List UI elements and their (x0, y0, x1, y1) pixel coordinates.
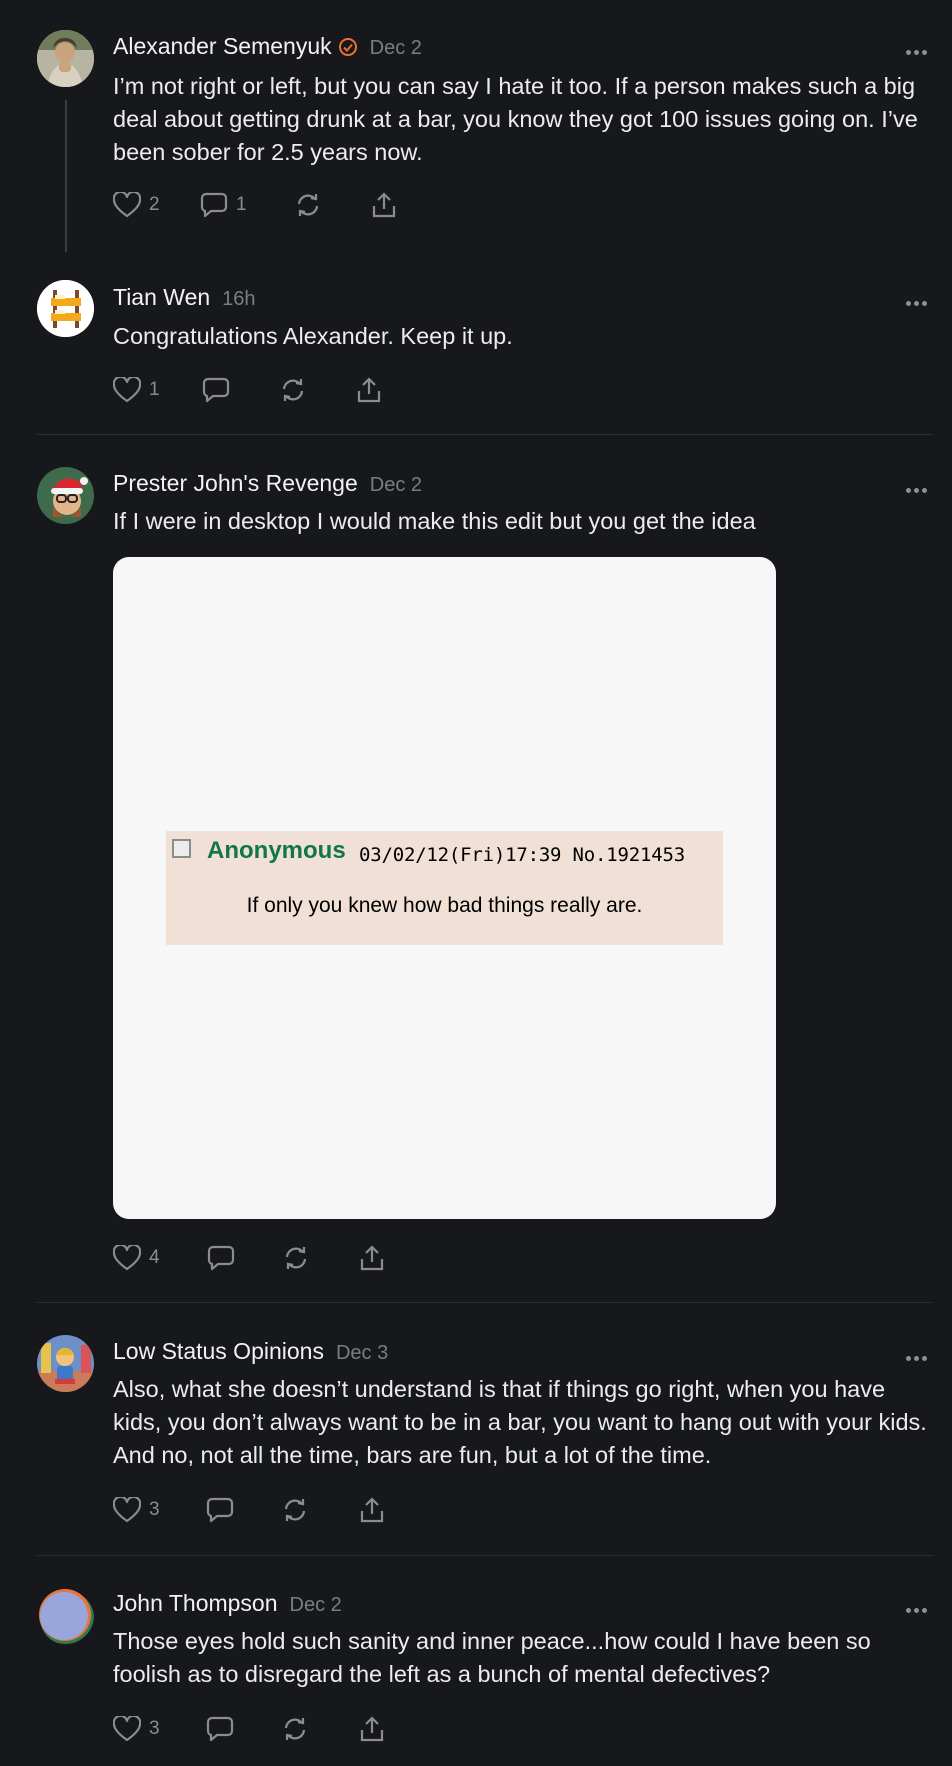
heart-icon (113, 1497, 141, 1523)
like-button[interactable]: 4 (113, 1243, 160, 1273)
more-options-icon[interactable] (906, 1600, 930, 1613)
post-date: Dec 3 (335, 1342, 389, 1364)
author-name[interactable]: John Thompson Dec 2 (113, 1590, 342, 1617)
checkbox-icon (172, 839, 191, 858)
author-name[interactable]: Tian Wen 16h (113, 284, 256, 311)
divider (37, 434, 933, 435)
repost-icon (297, 194, 319, 216)
comment-button[interactable] (202, 375, 230, 405)
post-text: Congratulations Alexander. Keep it up. (113, 323, 513, 349)
comment-count: 1 (236, 194, 247, 215)
post-text: If I were in desktop I would make this e… (113, 508, 756, 534)
post-date: Dec 2 (289, 1594, 342, 1616)
post-image[interactable]: Anonymous 03/02/12(Fri)17:39 No.1921453 … (113, 557, 776, 1219)
avatar[interactable] (37, 280, 94, 337)
avatar[interactable] (37, 467, 94, 524)
post-date: Dec 2 (369, 474, 422, 496)
share-icon (372, 192, 396, 218)
like-count: 2 (149, 194, 160, 215)
repost-button[interactable] (294, 190, 322, 220)
repost-button[interactable] (282, 1243, 310, 1273)
share-button[interactable] (358, 1495, 386, 1525)
post-text: I’m not right or left, but you can say I… (113, 73, 918, 165)
share-button[interactable] (358, 1243, 386, 1273)
author-name[interactable]: Alexander Semenyuk Dec 2 (113, 33, 422, 63)
avatar-photo-icon (37, 30, 94, 87)
thread-line (65, 100, 67, 252)
repost-icon (284, 1499, 306, 1521)
comment-icon (202, 377, 230, 403)
share-button[interactable] (358, 1714, 386, 1744)
post-date: Dec 2 (369, 37, 422, 59)
repost-button[interactable] (279, 375, 307, 405)
share-icon (360, 1716, 384, 1742)
avatar[interactable] (37, 1335, 94, 1392)
more-options-icon[interactable] (906, 480, 930, 493)
abstract-avatar-icon (37, 1587, 94, 1644)
avatar[interactable] (37, 1587, 94, 1644)
poster-name: Anonymous (207, 837, 346, 864)
comment-button[interactable] (206, 1714, 234, 1744)
more-options-icon[interactable] (906, 293, 930, 306)
comment-icon (207, 1245, 235, 1271)
post-meta: 03/02/12(Fri)17:39 No.1921453 (359, 844, 685, 866)
comment-icon (206, 1497, 234, 1523)
like-button[interactable]: 2 (113, 190, 160, 220)
comment-button[interactable]: 1 (200, 190, 247, 220)
like-count: 3 (149, 1718, 160, 1739)
repost-icon (284, 1718, 306, 1740)
like-count: 3 (149, 1499, 160, 1520)
imageboard-post-screenshot: Anonymous 03/02/12(Fri)17:39 No.1921453 … (166, 831, 723, 945)
share-button[interactable] (370, 190, 398, 220)
divider (37, 1555, 933, 1556)
repost-icon (282, 379, 304, 401)
share-button[interactable] (355, 375, 383, 405)
heart-icon (113, 377, 141, 403)
comment-icon (200, 192, 228, 218)
share-icon (360, 1497, 384, 1523)
post-date: 16h (222, 288, 256, 310)
author-name[interactable]: Prester John's Revenge Dec 2 (113, 470, 422, 497)
heart-icon (113, 192, 141, 218)
like-count: 4 (149, 1247, 160, 1268)
avatar[interactable] (37, 30, 94, 87)
heart-icon (113, 1716, 141, 1742)
more-options-icon[interactable] (906, 42, 930, 55)
repost-icon (285, 1247, 307, 1269)
comment-button[interactable] (207, 1243, 235, 1273)
author-name[interactable]: Low Status Opinions Dec 3 (113, 1338, 388, 1365)
repost-button[interactable] (281, 1495, 309, 1525)
cartoon-avatar-icon (37, 1335, 94, 1392)
like-button[interactable]: 1 (113, 375, 160, 405)
post-text: Also, what she doesn’t understand is tha… (113, 1376, 927, 1468)
like-button[interactable]: 3 (113, 1714, 160, 1744)
imageboard-message: If only you knew how bad things really a… (246, 894, 643, 917)
share-icon (360, 1245, 384, 1271)
comment-icon (206, 1716, 234, 1742)
like-count: 1 (149, 379, 160, 400)
more-options-icon[interactable] (906, 1348, 930, 1361)
verified-badge-icon (338, 36, 358, 63)
post-text: Those eyes hold such sanity and inner pe… (113, 1628, 871, 1687)
share-icon (357, 377, 381, 403)
divider (37, 1302, 933, 1303)
santa-hat-avatar-icon (37, 467, 94, 524)
bunk-bed-avatar-icon (37, 280, 94, 337)
comment-button[interactable] (206, 1495, 234, 1525)
like-button[interactable]: 3 (113, 1495, 160, 1525)
heart-icon (113, 1245, 141, 1271)
repost-button[interactable] (281, 1714, 309, 1744)
